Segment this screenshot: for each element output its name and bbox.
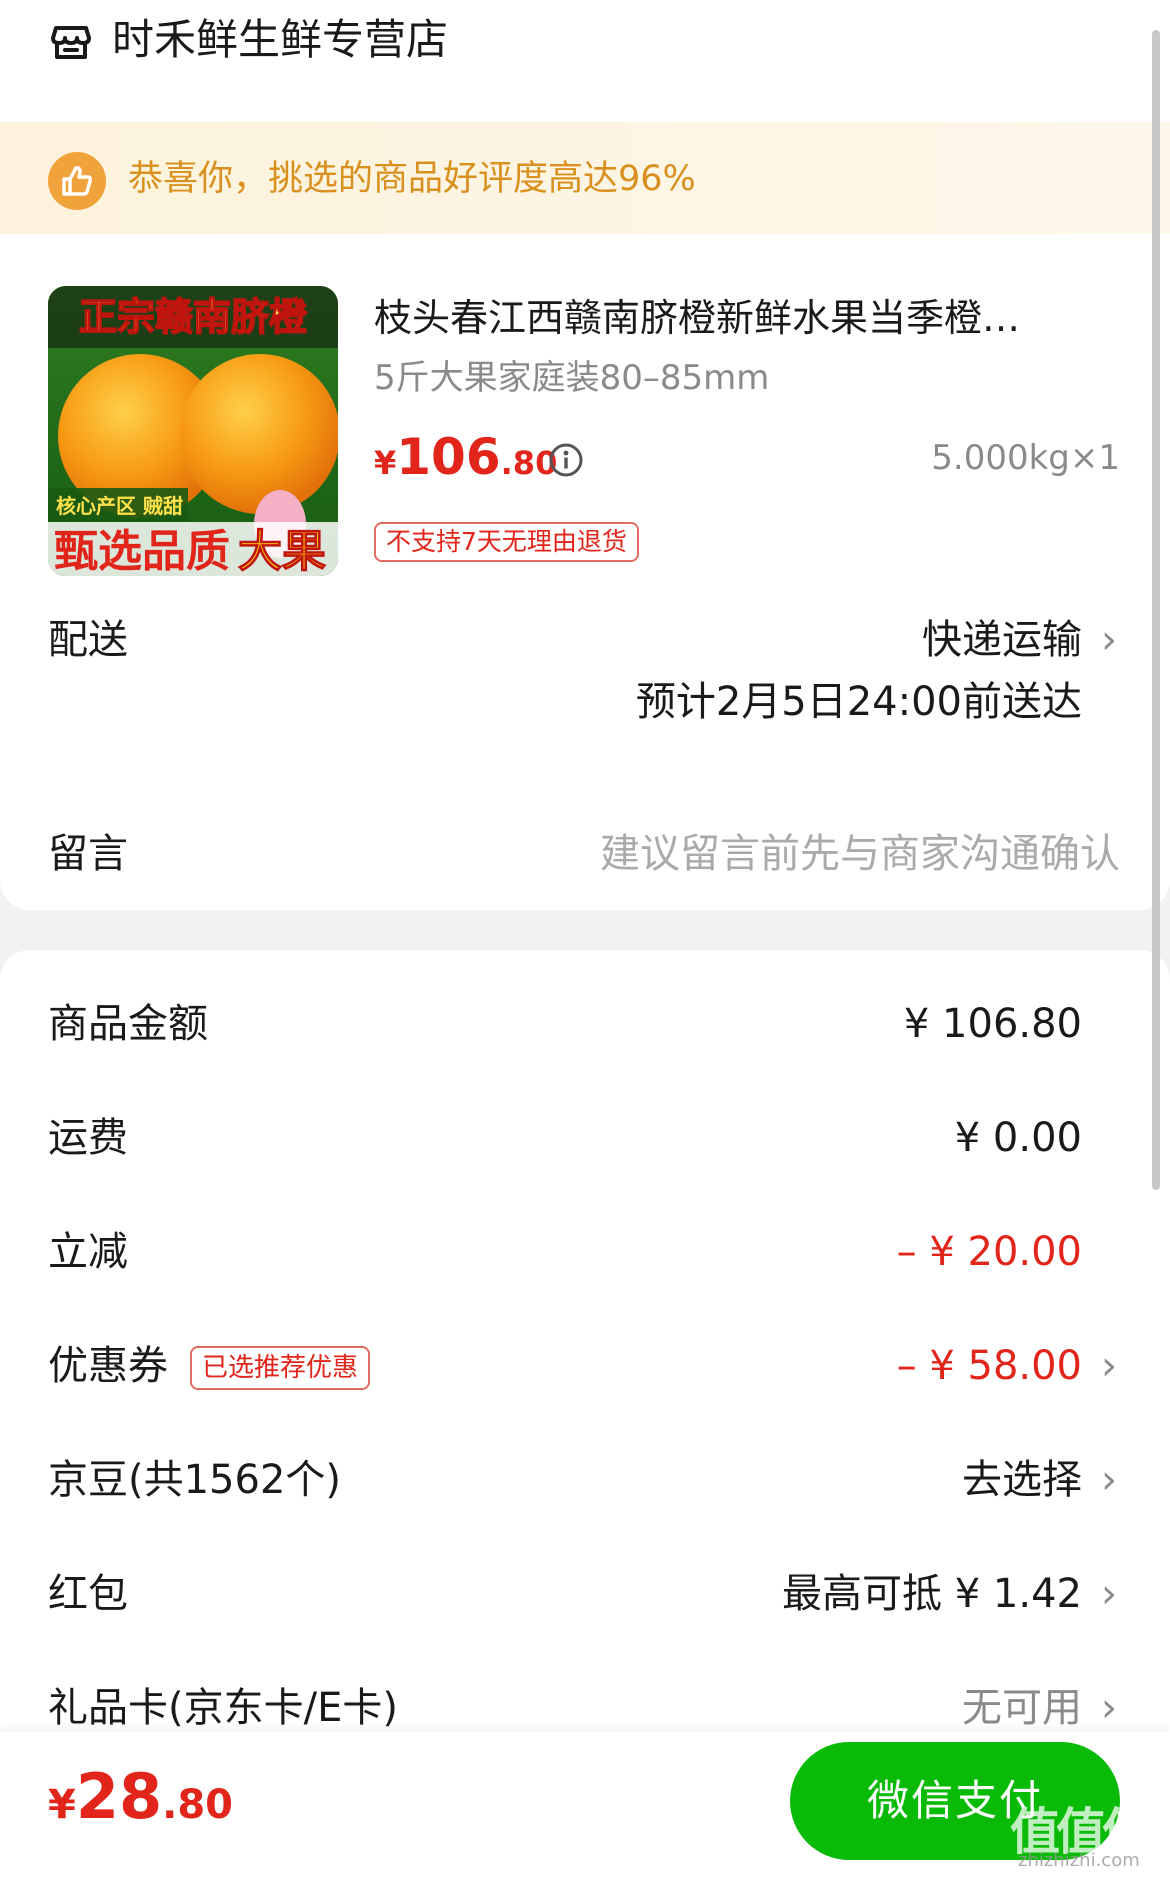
cost-value: ¥ 106.80 (903, 1001, 1082, 1047)
cost-label: 礼品卡(京东卡/E卡) (48, 1685, 398, 1731)
cost-label: 立减 (48, 1229, 128, 1275)
store-icon (50, 22, 92, 62)
image-text-mid: 核心产区 贼甜 (56, 494, 183, 518)
praise-banner: 恭喜你，挑选的商品好评度高达96% (0, 122, 1170, 234)
total-integer: 28 (75, 1760, 163, 1833)
delivery-label: 配送 (48, 617, 128, 663)
total-symbol: ¥ (48, 1782, 76, 1828)
cost-value[interactable]: – ¥ 58.00 (682, 1338, 1082, 1394)
cost-label: 京豆(共1562个) (48, 1457, 342, 1503)
scrollbar[interactable] (1152, 30, 1160, 1190)
cost-label: 运费 (48, 1115, 128, 1161)
cost-value[interactable]: 去选择 (682, 1452, 1082, 1508)
image-text-bottom-2: 大果 (238, 526, 326, 576)
image-text-bottom-1: 甄选品质 (54, 526, 230, 576)
product-image[interactable]: 正宗赣南脐橙 核心产区 贼甜 甄选品质 大果 (48, 286, 338, 576)
chevron-right-icon[interactable]: › (1094, 1566, 1124, 1622)
message-label: 留言 (48, 831, 128, 877)
cost-value: – ¥ 20.00 (896, 1229, 1082, 1275)
cost-row-instant-discount: 立减 – ¥ 20.00 (0, 1224, 1170, 1288)
image-text-top: 正宗赣南脐橙 (79, 295, 308, 339)
cost-row-red-packet[interactable]: 红包 最高可抵 ¥ 1.42 › (0, 1566, 1170, 1630)
cost-label: 红包 (48, 1571, 128, 1617)
delivery-eta: 预计2月5日24:00前送达 (635, 679, 1082, 725)
product-spec: 5斤大果家庭装80–85mm (374, 358, 770, 398)
delivery-chevron-right-icon[interactable]: › (1094, 612, 1124, 668)
cost-label: 优惠券 (48, 1343, 168, 1389)
product-quantity: 5.000kg×1 (931, 438, 1120, 478)
checkout-bar: ¥28.80 微信支付 值值值 zhizhizhi.com (0, 1732, 1170, 1879)
total-price: ¥28.80 (48, 1760, 233, 1833)
chevron-right-icon[interactable]: › (1094, 1338, 1124, 1394)
delivery-method[interactable]: 快递运输 (600, 612, 1082, 668)
order-summary-card: 时禾鲜生鲜专营店 恭喜你，挑选的商品好评度高达96% 正宗赣南脐橙 核心产区 贼… (0, 0, 1170, 910)
cost-row-coupon[interactable]: 优惠券 已选推荐优惠 – ¥ 58.00 › (0, 1338, 1170, 1402)
info-icon[interactable] (548, 442, 584, 478)
total-decimal: .80 (162, 1782, 233, 1828)
thumbs-up-icon (48, 152, 106, 210)
product-price: ¥106.80 (374, 428, 557, 486)
cost-value: ¥ 0.00 (954, 1115, 1082, 1161)
cost-value[interactable]: 无可用 (682, 1680, 1082, 1736)
cost-label: 商品金额 (48, 1001, 208, 1047)
cost-row-goods: 商品金额 ¥ 106.80 (0, 996, 1170, 1060)
praise-text: 恭喜你，挑选的商品好评度高达96% (128, 159, 696, 199)
chevron-right-icon[interactable]: › (1094, 1680, 1124, 1736)
cost-row-jingdou[interactable]: 京豆(共1562个) 去选择 › (0, 1452, 1170, 1516)
price-integer: 106 (396, 428, 501, 486)
price-symbol: ¥ (374, 444, 397, 482)
chevron-right-icon[interactable]: › (1094, 1452, 1124, 1508)
message-input[interactable]: 建议留言前先与商家沟通确认 (520, 826, 1120, 882)
cost-row-shipping: 运费 ¥ 0.00 (0, 1110, 1170, 1174)
product-title[interactable]: 枝头春江西赣南脐橙新鲜水果当季橙… (374, 292, 1094, 344)
return-policy-tag: 不支持7天无理由退货 (374, 522, 639, 562)
cost-value[interactable]: 最高可抵 ¥ 1.42 (682, 1566, 1082, 1622)
watermark-url: zhizhizhi.com (1018, 1850, 1140, 1871)
store-name[interactable]: 时禾鲜生鲜专营店 (112, 12, 448, 68)
coupon-recommended-tag: 已选推荐优惠 (190, 1346, 371, 1390)
